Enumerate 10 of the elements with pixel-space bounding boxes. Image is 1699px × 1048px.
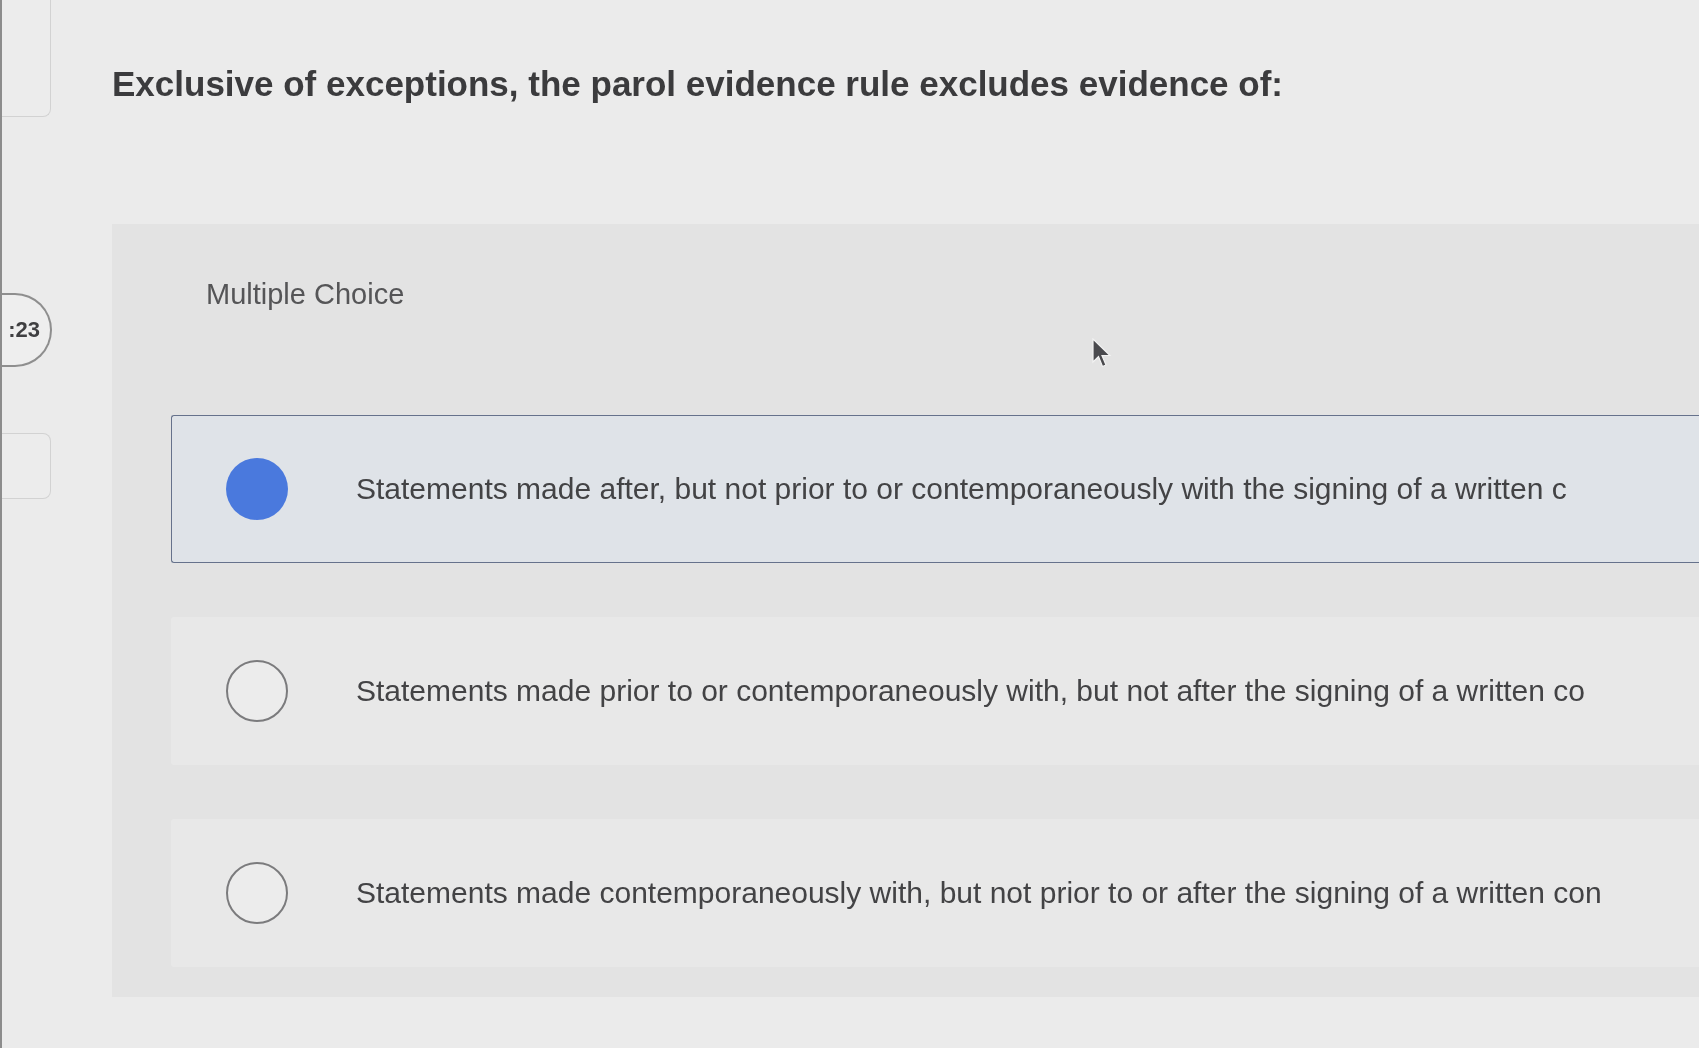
option-text: Statements made after, but not prior to or contemporaneously with the signing of a written c bbox=[356, 471, 1567, 506]
mouse-pointer-icon bbox=[1092, 338, 1112, 368]
answer-option[interactable]: Statements made contemporaneously with, but not prior to or after the signing of a written con bbox=[171, 818, 1699, 967]
answer-option[interactable]: Statements made prior to or contemporaneously with, but not after the signing of a written co bbox=[171, 616, 1699, 765]
timer-badge: :23 bbox=[2, 293, 52, 367]
answer-option[interactable]: Statements made after, but not prior to or contemporaneously with the signing of a written c bbox=[171, 414, 1699, 563]
question-text: Exclusive of exceptions, the parol evidence rule excludes evidence of: bbox=[112, 63, 1283, 105]
question-type-label: Multiple Choice bbox=[206, 277, 405, 311]
option-text: Statements made prior to or contemporaneously with, but not after the signing of a written co bbox=[356, 673, 1585, 708]
option-text: Statements made contemporaneously with, but not prior to or after the signing of a written con bbox=[356, 875, 1602, 910]
